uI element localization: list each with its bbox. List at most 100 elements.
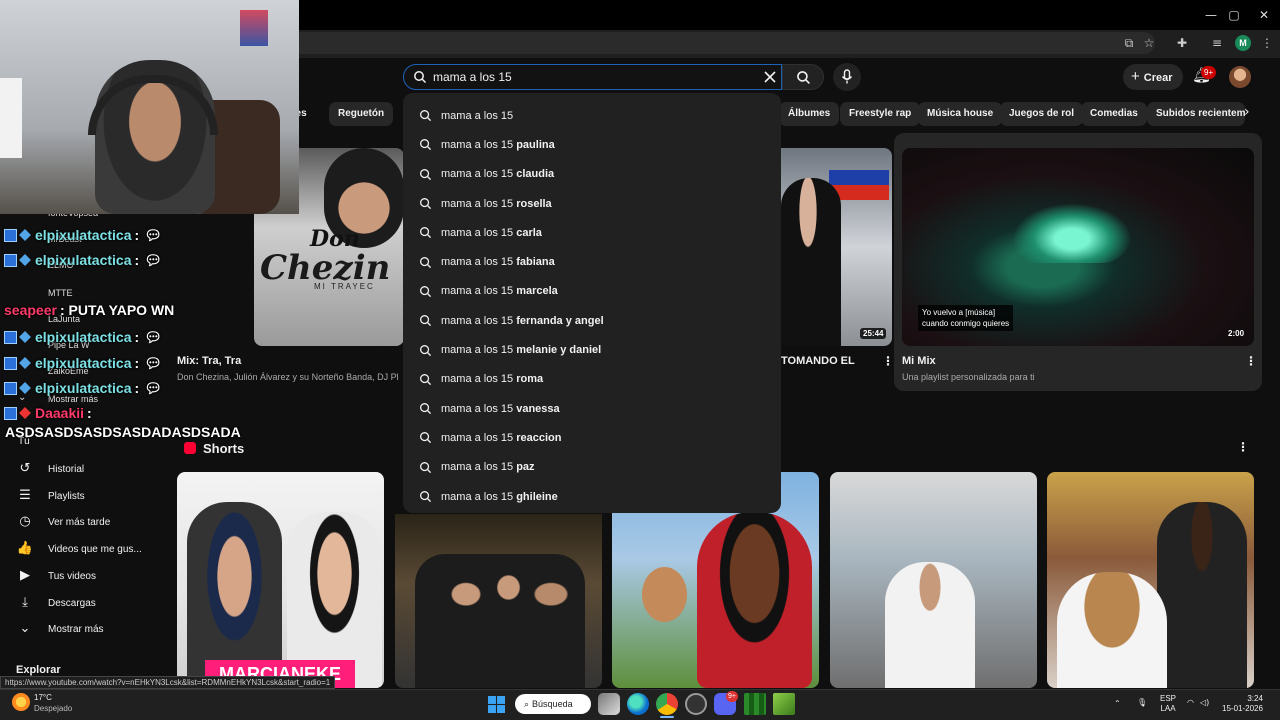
search-input[interactable] <box>433 69 753 85</box>
cast-icon[interactable]: ⧉ <box>1120 34 1138 52</box>
wifi-icon[interactable]: ◠ <box>1187 698 1194 708</box>
search-suggestion[interactable]: mama a los 15 roma <box>403 365 781 394</box>
sidebar-item[interactable]: ↺ Historial <box>16 459 85 479</box>
chat-badge-icon <box>4 330 17 344</box>
chip[interactable]: Álbumes <box>779 102 840 126</box>
tray-chevron-icon[interactable]: ⌃ <box>1114 699 1121 709</box>
browser-menu-icon[interactable]: ⋮ <box>1258 34 1276 52</box>
minecraft-icon[interactable] <box>744 693 766 715</box>
address-bar[interactable] <box>290 32 1155 54</box>
sidebar-item-label: Ver más tarde <box>48 516 111 528</box>
sidebar-item-label: Mostrar más <box>48 623 104 635</box>
search-suggestion[interactable]: mama a los 15 fernanda y angel <box>403 306 781 335</box>
suggestion-text: mama a los 15 paz <box>441 461 535 473</box>
search-suggestion[interactable]: mama a los 15 <box>403 101 781 130</box>
search-suggestion[interactable]: mama a los 15 rosella <box>403 189 781 218</box>
search-icon <box>420 139 432 151</box>
obs-icon[interactable] <box>685 693 707 715</box>
sidebar-item[interactable]: ☰ Playlists <box>16 486 85 506</box>
search-icon <box>797 71 810 84</box>
shorts-menu-icon[interactable]: ⋮ <box>1237 440 1249 454</box>
extensions-icon[interactable]: ✚ <box>1173 34 1191 52</box>
close-window-button[interactable]: ✕ <box>1254 6 1274 24</box>
suggestion-text: mama a los 15 claudia <box>441 168 554 180</box>
search-button[interactable] <box>782 64 824 90</box>
bookmark-star-icon[interactable]: ☆ <box>1140 34 1158 52</box>
create-button[interactable]: + Crear <box>1123 64 1183 90</box>
suggestion-prefix: mama a los 15 <box>441 490 514 503</box>
taskbar-search[interactable]: ⌕ Búsqueda <box>515 694 591 714</box>
weather-icon[interactable] <box>12 693 30 711</box>
search-suggestion[interactable]: mama a los 15 carla <box>403 218 781 247</box>
volume-icon[interactable]: ◁) <box>1200 698 1209 708</box>
short-thumbnail-2[interactable] <box>395 514 602 688</box>
person-figure <box>885 562 975 688</box>
sidebar-item[interactable]: ⤓ Descargas <box>16 593 96 613</box>
playlists-icon: ☰ <box>19 488 31 503</box>
explore-heading: Explorar <box>16 664 61 676</box>
video-thumbnail-mix2[interactable]: Yo vuelvo a [música] cuando conmigo quie… <box>902 148 1254 346</box>
voice-search-button[interactable] <box>833 63 861 91</box>
search-icon <box>420 373 432 385</box>
search-suggestion[interactable]: mama a los 15 marcela <box>403 277 781 306</box>
minecraft-launcher-icon[interactable] <box>773 693 795 715</box>
video-menu-icon[interactable]: ⋮ <box>882 354 894 368</box>
weather-temp: 17°C <box>34 693 52 702</box>
video-title[interactable]: TOMANDO EL <box>781 355 855 367</box>
search-suggestion[interactable]: mama a los 15 paz <box>403 453 781 482</box>
sidebar-item[interactable]: ⌄ Mostrar más <box>16 619 104 639</box>
sidebar-item[interactable]: 👍 Videos que me gus... <box>16 539 142 559</box>
search-suggestion[interactable]: mama a los 15 vanessa <box>403 394 781 423</box>
chat-username: Daaakii <box>35 405 85 421</box>
webcam-overlay <box>0 0 299 214</box>
microphone-icon[interactable]: 🎙︎ <box>1137 698 1147 708</box>
video-thumbnail-3[interactable]: 25:44 <box>781 148 892 346</box>
media-controls-icon[interactable]: ≡ <box>1208 34 1226 52</box>
chip[interactable]: Música house <box>918 102 1003 126</box>
clear-search-icon[interactable] <box>763 70 777 84</box>
chat-message: seapeer: PUTA YAPO WN <box>4 299 174 321</box>
sidebar-item[interactable]: ▶ Tus videos <box>16 566 96 586</box>
chat-text: : PUTA YAPO WN <box>59 302 175 318</box>
suggestion-suffix: carla <box>513 226 542 239</box>
search-suggestion[interactable]: mama a los 15 reaccion <box>403 423 781 452</box>
chevron-right-icon[interactable]: › <box>1244 104 1250 120</box>
chrome-icon[interactable] <box>656 693 678 715</box>
chip[interactable]: Comedias <box>1081 102 1147 126</box>
sidebar-item-label: Tus videos <box>48 570 96 582</box>
task-view-icon[interactable] <box>598 693 620 715</box>
search-icon <box>420 285 432 297</box>
search-suggestion[interactable]: mama a los 15 claudia <box>403 160 781 189</box>
video-title[interactable]: Mi Mix <box>902 355 936 367</box>
video-menu-icon[interactable]: ⋮ <box>1245 354 1257 368</box>
search-icon <box>420 461 432 473</box>
chip[interactable]: Freestyle rap <box>840 102 921 126</box>
browser-profile-avatar[interactable]: M <box>1235 35 1251 51</box>
search-suggestion[interactable]: mama a los 15 ghileine <box>403 482 781 511</box>
account-avatar[interactable] <box>1229 66 1251 88</box>
language-indicator[interactable]: ESP LAA <box>1160 694 1176 714</box>
maximize-button[interactable]: ▢ <box>1224 6 1244 24</box>
chip[interactable]: Subidos recientemen <box>1147 102 1245 126</box>
short-thumbnail-4[interactable] <box>830 472 1037 688</box>
minimize-button[interactable]: — <box>1201 6 1221 24</box>
short-thumbnail-1[interactable]: MARCIANEKE <box>177 472 384 688</box>
mic-icon <box>841 69 853 84</box>
clock[interactable]: 3:24 15-01-2026 <box>1222 694 1263 714</box>
suggestion-suffix: claudia <box>513 168 555 181</box>
search-suggestion[interactable]: mama a los 15 melanie y daniel <box>403 335 781 364</box>
chip[interactable]: Reguetón <box>329 102 394 126</box>
chip[interactable]: Juegos de rol <box>1000 102 1084 126</box>
search-icon <box>420 198 432 210</box>
search-icon <box>420 256 432 268</box>
short-thumbnail-5[interactable] <box>1047 472 1254 688</box>
edge-icon[interactable] <box>627 693 649 715</box>
sidebar-item[interactable]: ◷ Ver más tarde <box>16 512 110 532</box>
search-suggestion[interactable]: mama a los 15 paulina <box>403 130 781 159</box>
suggestion-prefix: mama a los 15 <box>441 314 514 327</box>
suggestion-prefix: mama a los 15 <box>441 226 514 239</box>
windows-start-icon[interactable] <box>488 696 505 713</box>
weather-desc: Despejado <box>34 704 73 713</box>
search-icon <box>420 315 432 327</box>
search-suggestion[interactable]: mama a los 15 fabiana <box>403 247 781 276</box>
